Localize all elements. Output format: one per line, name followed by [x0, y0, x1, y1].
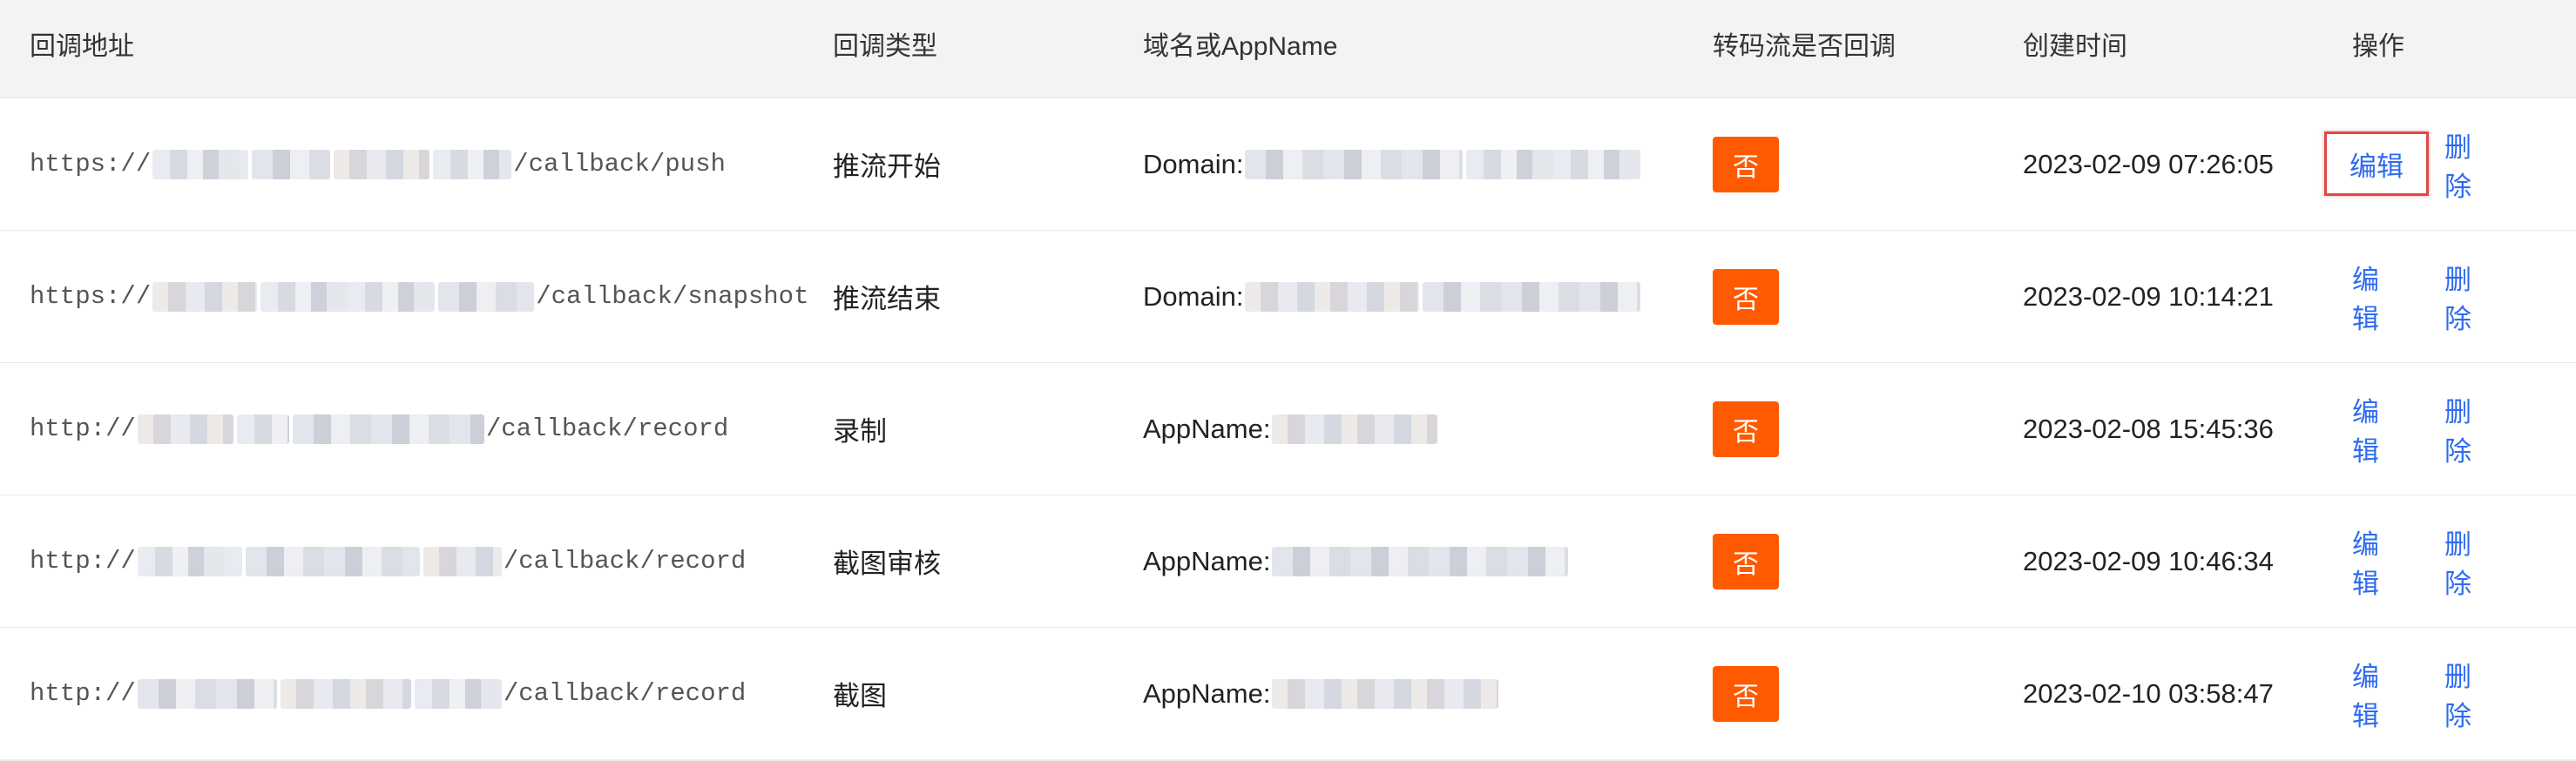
url-scheme: http://: [30, 679, 136, 708]
redacted-domain: [1272, 546, 1569, 576]
redacted-domain: [1423, 281, 1641, 312]
url-path: /callback/snapshot: [536, 282, 809, 311]
domain-prefix: Domain:: [1143, 280, 1244, 312]
redacted-domain: [1272, 414, 1438, 444]
redacted-host: [438, 281, 535, 312]
redacted-host: [260, 281, 436, 312]
transcode-cell: 否: [1713, 98, 1779, 230]
transcode-status-badge: 否: [1713, 136, 1779, 192]
redacted-host: [137, 678, 277, 709]
created-time: 2023-02-10 03:58:47: [2023, 677, 2274, 709]
callback-url-cell: http:// /callback/record: [30, 495, 746, 627]
redacted-host: [292, 414, 484, 444]
table-row: http:// /callback/record 录制 AppName: 否 2…: [0, 363, 2576, 496]
redacted-domain: [1245, 281, 1420, 312]
table-row: http:// /callback/record 截图审核 AppName: 否…: [0, 495, 2576, 629]
callback-type: 推流结束: [833, 284, 941, 314]
header-callback-type: 回调类型: [833, 32, 937, 61]
edit-link[interactable]: 编辑: [2350, 145, 2404, 184]
edit-link[interactable]: 编辑: [2352, 390, 2379, 468]
url-scheme: http://: [30, 547, 136, 576]
redacted-host: [334, 149, 430, 179]
callback-url-cell: http:// /callback/record: [30, 363, 728, 495]
callback-url-cell: http:// /callback/record: [30, 628, 746, 759]
table-row: https:// /callback/push 推流开始 Domain: 否 2…: [0, 98, 2576, 232]
header-transcode-callback: 转码流是否回调: [1713, 32, 1896, 61]
domain-prefix: AppName:: [1143, 545, 1271, 576]
callback-table: 回调地址 回调类型 域名或AppName 转码流是否回调 创建时间 操作 htt…: [0, 0, 2576, 761]
table-row: http:// /callback/record 截图 AppName: 否 2…: [0, 628, 2576, 761]
edit-link[interactable]: 编辑: [2352, 655, 2379, 733]
header-domain-appname: 域名或AppName: [1143, 32, 1338, 61]
redacted-host: [152, 149, 249, 179]
url-scheme: http://: [30, 414, 136, 443]
domain-cell: AppName:: [1143, 363, 1439, 495]
callback-type: 推流开始: [833, 152, 941, 182]
created-time: 2023-02-08 15:45:36: [2023, 413, 2274, 444]
delete-link[interactable]: 删除: [2444, 655, 2471, 733]
redacted-host: [414, 678, 502, 709]
domain-prefix: Domain:: [1143, 148, 1244, 179]
domain-cell: AppName:: [1143, 495, 1570, 627]
created-time: 2023-02-09 10:46:34: [2023, 545, 2274, 576]
redacted-host: [152, 281, 258, 312]
edit-link[interactable]: 编辑: [2352, 258, 2379, 336]
url-scheme: https://: [30, 282, 152, 311]
callback-url-cell: https:// /callback/push: [30, 98, 726, 230]
url-path: /callback/record: [503, 547, 747, 576]
redacted-domain: [1272, 678, 1499, 709]
callback-type: 截图审核: [833, 549, 941, 579]
transcode-cell: 否: [1713, 231, 1779, 362]
delete-link[interactable]: 删除: [2444, 390, 2471, 468]
url-scheme: https://: [30, 150, 152, 178]
transcode-cell: 否: [1713, 495, 1779, 627]
callback-type: 截图: [833, 681, 887, 711]
created-time: 2023-02-09 10:14:21: [2023, 280, 2274, 312]
redacted-host: [423, 546, 502, 576]
domain-prefix: AppName:: [1143, 677, 1271, 709]
redacted-domain: [1245, 149, 1464, 179]
domain-cell: Domain:: [1143, 231, 1642, 362]
table-header: 回调地址 回调类型 域名或AppName 转码流是否回调 创建时间 操作: [0, 0, 2576, 98]
delete-link[interactable]: 删除: [2444, 258, 2471, 336]
transcode-cell: 否: [1713, 628, 1779, 759]
transcode-cell: 否: [1713, 363, 1779, 495]
delete-link[interactable]: 删除: [2444, 522, 2471, 601]
redacted-host: [137, 546, 242, 576]
redacted-host: [433, 149, 512, 179]
url-path: /callback/record: [503, 679, 747, 708]
edit-link[interactable]: 编辑: [2352, 522, 2379, 601]
transcode-status-badge: 否: [1713, 533, 1779, 589]
callback-type: 录制: [833, 416, 887, 447]
header-created-time: 创建时间: [2023, 32, 2127, 61]
domain-cell: AppName:: [1143, 628, 1500, 759]
header-callback-url: 回调地址: [30, 32, 134, 61]
transcode-status-badge: 否: [1713, 268, 1779, 325]
redacted-host: [245, 546, 420, 576]
redacted-host: [137, 414, 233, 444]
domain-prefix: AppName:: [1143, 413, 1271, 444]
header-operations: 操作: [2352, 32, 2404, 61]
redacted-host: [236, 414, 289, 444]
redacted-host: [252, 149, 331, 179]
table-row: https:// /callback/snapshot 推流结束 Domain:…: [0, 231, 2576, 364]
domain-cell: Domain:: [1143, 98, 1642, 230]
redacted-domain: [1466, 149, 1641, 179]
url-path: /callback/push: [513, 150, 726, 178]
created-time: 2023-02-09 07:26:05: [2023, 148, 2274, 179]
redacted-host: [280, 678, 411, 709]
edit-highlight: 编辑: [2324, 131, 2429, 196]
transcode-status-badge: 否: [1713, 665, 1779, 722]
callback-url-cell: https:// /callback/snapshot: [30, 231, 809, 362]
url-path: /callback/record: [485, 414, 729, 443]
transcode-status-badge: 否: [1713, 401, 1779, 457]
delete-link[interactable]: 删除: [2444, 125, 2471, 204]
